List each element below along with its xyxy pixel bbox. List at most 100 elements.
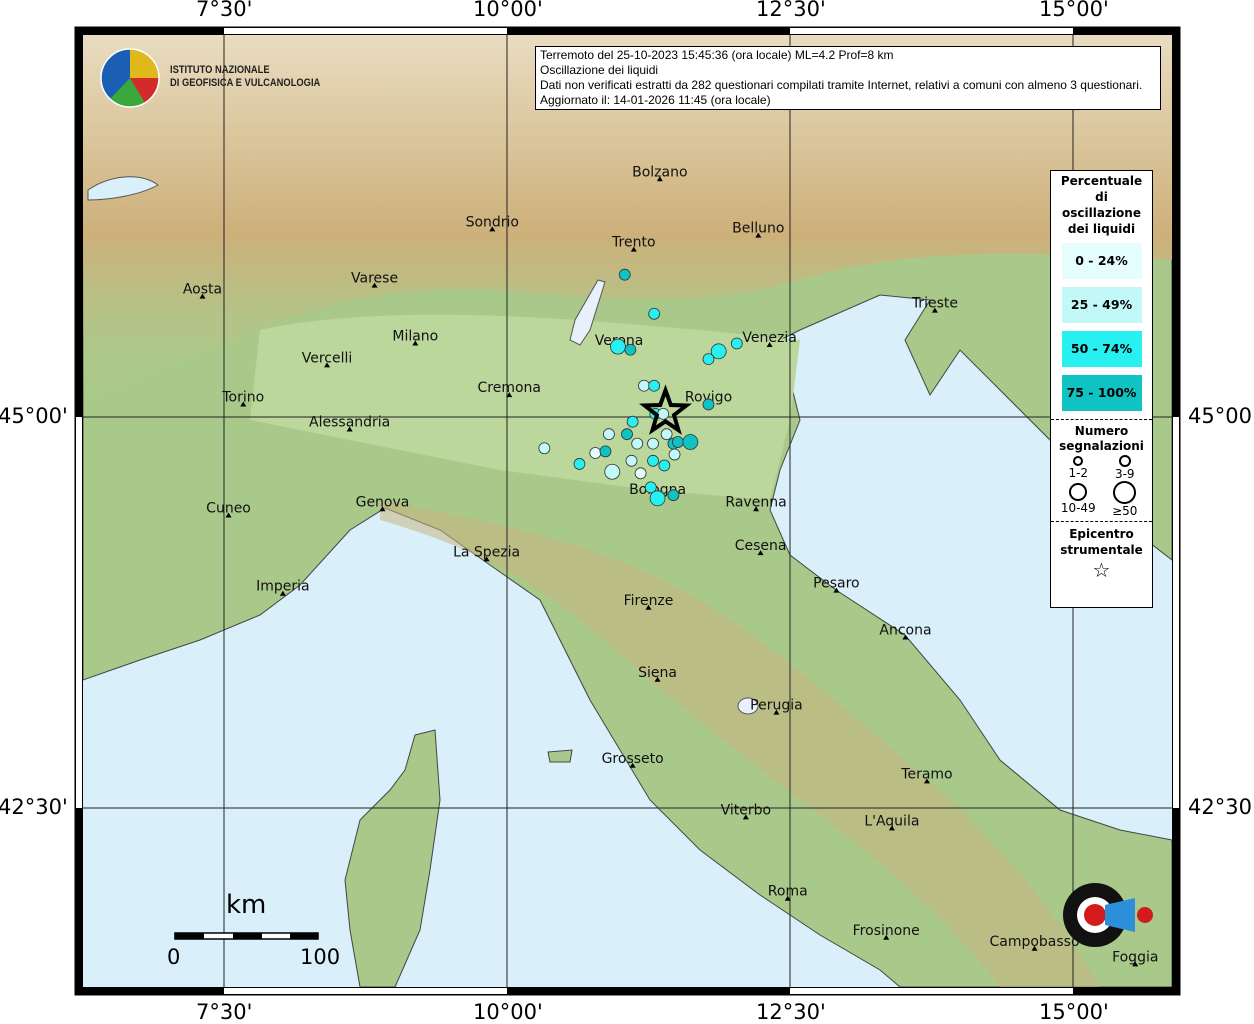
size-circle-icon xyxy=(1069,483,1088,501)
observation-point[interactable] xyxy=(538,442,551,455)
star-icon: ☆ xyxy=(1092,558,1111,582)
city-label: Perugia xyxy=(750,698,803,714)
city-label: Campobasso xyxy=(989,934,1079,950)
legend-epicenter-title: Epicentro strumentale xyxy=(1060,527,1143,557)
lat-label-right: 42°30' xyxy=(1188,795,1254,819)
observation-point[interactable] xyxy=(730,337,743,350)
observation-point[interactable] xyxy=(702,353,715,366)
city-label: Vercelli xyxy=(302,350,353,366)
city-label: Imperia xyxy=(256,579,310,595)
observation-point[interactable] xyxy=(649,490,666,507)
city-label: L'Aquila xyxy=(864,813,919,829)
ingv-line1: ISTITUTO NAZIONALE xyxy=(170,64,270,76)
city-label: Venezia xyxy=(742,330,796,346)
city-label: Firenze xyxy=(624,593,674,609)
observation-point[interactable] xyxy=(602,428,615,441)
lon-label-top: 10°00' xyxy=(473,0,543,21)
legend-title: Percentuale di oscillazione dei liquidi xyxy=(1060,174,1143,236)
size-label: 1-2 xyxy=(1068,466,1089,480)
size-circle-icon xyxy=(1113,481,1137,504)
scale-end: 100 xyxy=(300,945,341,969)
legend-class-1: 25 - 49% xyxy=(1061,287,1142,323)
lon-label-bottom: 10°00' xyxy=(473,1000,543,1024)
scale-start: 0 xyxy=(167,945,181,969)
observation-point[interactable] xyxy=(625,454,638,467)
city-label: Aosta xyxy=(183,282,222,298)
city-label: Foggia xyxy=(1112,949,1158,965)
observation-point[interactable] xyxy=(604,463,621,480)
city-label: Grosseto xyxy=(602,751,664,767)
city-label: Torino xyxy=(221,389,264,405)
lon-label-bottom: 15°00' xyxy=(1039,1000,1109,1024)
city-label: Ancona xyxy=(879,623,931,639)
size-label: ≥50 xyxy=(1112,504,1138,518)
city-label: Genova xyxy=(356,494,410,510)
observation-point[interactable] xyxy=(573,458,586,470)
city-label: Bolzano xyxy=(632,164,687,180)
observation-point[interactable] xyxy=(667,489,680,502)
data-note: Dati non verificati estratti da 282 ques… xyxy=(540,78,1143,92)
city-label: Siena xyxy=(638,665,677,681)
city-label: Cesena xyxy=(735,538,787,554)
size-circle-icon xyxy=(1118,455,1131,467)
lat-label-left: 42°30' xyxy=(0,795,68,819)
city-label: La Spezia xyxy=(453,544,520,560)
observation-point[interactable] xyxy=(647,454,659,467)
observation-point[interactable] xyxy=(658,459,671,472)
city-label: Viterbo xyxy=(721,802,771,818)
lon-label-top: 15°00' xyxy=(1039,0,1109,21)
size-label: 10-49 xyxy=(1060,501,1096,515)
legend-class-3: 75 - 100% xyxy=(1061,375,1142,411)
legend: Percentuale di oscillazione dei liquidi … xyxy=(1050,170,1153,608)
observation-point[interactable] xyxy=(599,445,612,458)
event-summary: Terremoto del 25-10-2023 15:45:36 (ora l… xyxy=(540,48,894,62)
observation-point[interactable] xyxy=(624,343,637,356)
city-label: Roma xyxy=(768,884,808,900)
observation-point[interactable] xyxy=(702,398,715,411)
ingv-logo-text: ISTITUTO NAZIONALE DI GEOFISICA E VULCAN… xyxy=(170,64,320,90)
legend-sizes: 1-2 3-9 10-49 ≥50 xyxy=(1051,454,1152,518)
city-label: Cremona xyxy=(478,380,542,396)
legend-size-title: Numero segnalazioni xyxy=(1059,424,1144,453)
observation-point[interactable] xyxy=(589,447,602,459)
elba xyxy=(547,749,573,763)
city-label: Pesaro xyxy=(813,576,859,592)
lon-label-bottom: 12°30' xyxy=(756,1000,826,1024)
observation-point[interactable] xyxy=(634,467,647,480)
city-label: Teramo xyxy=(900,766,952,782)
observation-point[interactable] xyxy=(631,437,644,450)
observation-point[interactable] xyxy=(660,428,673,441)
lon-label-top: 7°30' xyxy=(196,0,253,21)
city-label: Trieste xyxy=(911,296,958,312)
observation-point[interactable] xyxy=(618,268,631,281)
lon-label-bottom: 7°30' xyxy=(196,1000,253,1024)
legend-class-2: 50 - 74% xyxy=(1061,331,1142,367)
observation-point[interactable] xyxy=(648,307,661,320)
city-label: Cuneo xyxy=(206,501,251,517)
scale-unit: km xyxy=(226,890,267,920)
city-label: Sondrio xyxy=(466,214,519,230)
city-label: Trento xyxy=(611,235,655,251)
city-label: Frosinone xyxy=(853,923,920,939)
observation-point[interactable] xyxy=(682,434,699,450)
lat-label-right: 45°00' xyxy=(1188,404,1254,428)
observation-point[interactable] xyxy=(610,338,626,355)
observation-point[interactable] xyxy=(657,407,670,420)
ingv-logo xyxy=(100,48,160,108)
update-time: Aggiornato il: 14-01-2026 11:45 (ora loc… xyxy=(540,93,771,107)
city-label: Ravenna xyxy=(725,494,786,510)
legend-class-0: 0 - 24% xyxy=(1061,243,1142,279)
observation-point[interactable] xyxy=(668,448,681,461)
observation-point[interactable] xyxy=(672,436,684,448)
city-label: Alessandria xyxy=(309,415,390,431)
scale-bar xyxy=(174,932,319,940)
city-label: Varese xyxy=(351,271,398,287)
observation-point[interactable] xyxy=(648,379,661,392)
map-type: Oscillazione dei liquidi xyxy=(540,63,659,77)
observation-point[interactable] xyxy=(621,428,633,441)
city-label: Milano xyxy=(392,328,438,344)
observation-point[interactable] xyxy=(638,379,650,392)
size-label: 3-9 xyxy=(1114,467,1135,481)
observation-point[interactable] xyxy=(626,415,639,428)
observation-point[interactable] xyxy=(647,437,659,450)
